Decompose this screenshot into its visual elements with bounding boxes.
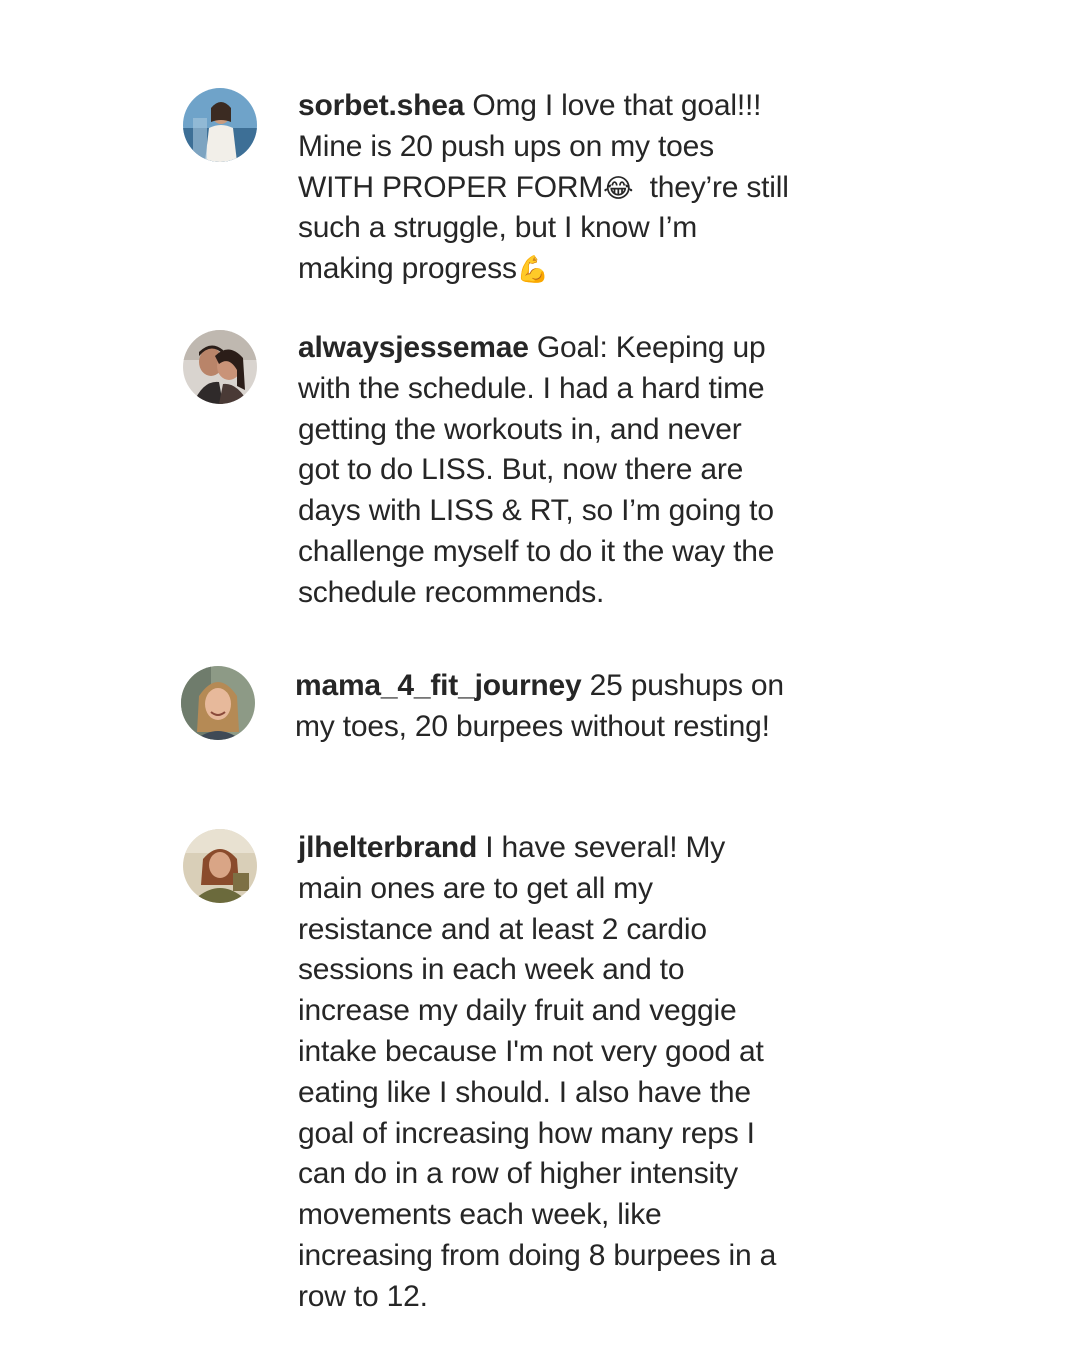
comment-line: intake because I'm not very good at xyxy=(298,1034,764,1068)
avatar[interactable] xyxy=(181,666,255,740)
avatar-photo xyxy=(183,330,257,404)
flexed-biceps-emoji-icon: 💪 xyxy=(516,255,549,286)
comment-line: they’re still xyxy=(649,170,789,204)
comment-line: 25 pushups on xyxy=(589,669,784,702)
avatar-photo xyxy=(183,88,257,162)
comment-text: sorbet.shea Omg I love that goal!!! Mine … xyxy=(298,86,838,290)
comment-line: got to do LISS. But, now there are xyxy=(298,453,744,487)
comment-line: WITH PROPER FORM xyxy=(298,170,604,204)
comment-text: alwaysjessemae Goal: Keeping up with the … xyxy=(298,328,838,614)
comment-line: resistance and at least 2 cardio xyxy=(298,912,707,946)
comment-line: schedule recommends. xyxy=(298,575,605,609)
comment-line: increase my daily fruit and veggie xyxy=(298,994,737,1028)
comment-line: days with LISS & RT, so I’m going to xyxy=(298,494,774,528)
avatar[interactable] xyxy=(183,330,257,404)
comment-line: increasing from doing 8 burpees in a xyxy=(298,1238,777,1272)
comment-text: jlhelterbrand I have several! My main one… xyxy=(298,828,838,1318)
comment-line: such a struggle, but I know I’m xyxy=(298,211,697,245)
avatar-photo xyxy=(183,829,257,903)
comment-line: main ones are to get all my xyxy=(298,871,653,905)
laughing-emoji-icon: 😂 xyxy=(603,173,634,204)
comment-line: sessions in each week and to xyxy=(298,953,685,987)
comment-line: my toes, 20 burpees without resting! xyxy=(295,709,770,743)
avatar-photo xyxy=(181,666,255,740)
comment-line: getting the workouts in, and never xyxy=(298,412,742,446)
comment-line: eating like I should. I also have the xyxy=(298,1075,751,1109)
comment-username[interactable]: alwaysjessemae xyxy=(298,331,529,364)
comment-line: Mine is 20 push ups on my toes xyxy=(298,129,714,163)
comment-line: can do in a row of higher intensity xyxy=(298,1157,738,1191)
comment-line: making progress xyxy=(298,252,517,286)
avatar[interactable] xyxy=(183,88,257,162)
comment-line: goal of increasing how many reps I xyxy=(298,1116,755,1150)
comment-username[interactable]: mama_4_fit_journey xyxy=(295,669,582,702)
avatar[interactable] xyxy=(183,829,257,903)
comment-text: mama_4_fit_journey 25 pushups on my toes,… xyxy=(295,666,835,748)
comment-username[interactable]: sorbet.shea xyxy=(298,89,464,122)
comment-line: with the schedule. I had a hard time xyxy=(298,371,765,405)
comment-line: Goal: Keeping up xyxy=(536,331,766,364)
comment-line: row to 12. xyxy=(298,1279,428,1313)
comment-line: challenge myself to do it the way the xyxy=(298,534,775,568)
comment-username[interactable]: jlhelterbrand xyxy=(298,831,477,864)
comment-line: movements each week, like xyxy=(298,1198,662,1232)
comment-line: I have several! My xyxy=(485,831,726,864)
comment-line: Omg I love that goal!!! xyxy=(472,89,762,122)
